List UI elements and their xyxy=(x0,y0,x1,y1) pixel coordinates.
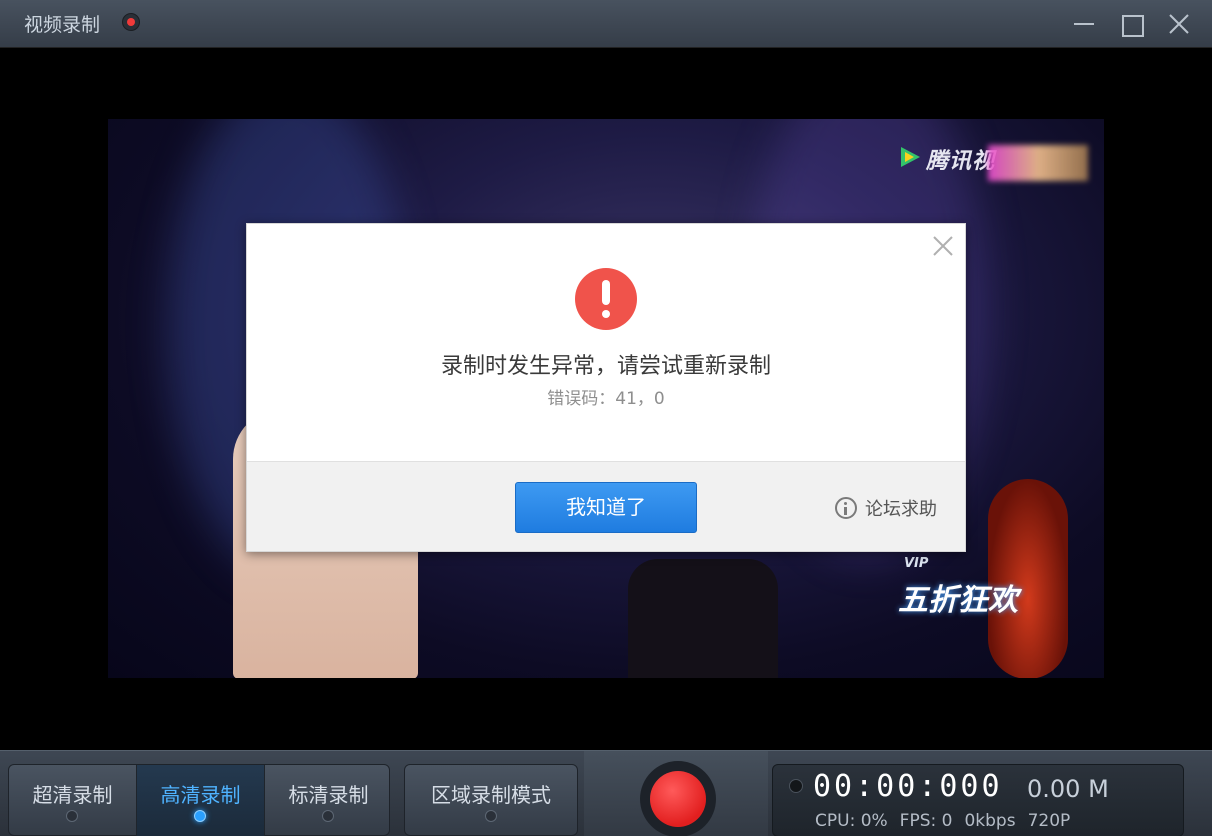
bottom-toolbar: 超清录制 高清录制 标清录制 区域录制模式 00:00:000 0.00 M C… xyxy=(0,750,1212,836)
resolution-value: 720P xyxy=(1027,811,1071,831)
maximize-button[interactable] xyxy=(1113,6,1149,42)
mode-indicator-icon xyxy=(485,810,497,822)
logo-mosaic xyxy=(988,145,1088,181)
mode-label: 标清录制 xyxy=(288,783,369,807)
performance-stats: CPU: 0% FPS: 0 0kbps 720P xyxy=(815,811,1070,831)
acknowledge-button[interactable]: 我知道了 xyxy=(515,482,697,533)
record-button[interactable] xyxy=(650,771,706,827)
forum-help-link[interactable]: 论坛求助 xyxy=(835,496,937,520)
play-logo-icon xyxy=(901,147,920,167)
record-panel xyxy=(584,751,768,836)
recording-indicator-icon xyxy=(122,13,140,31)
ultra-hd-mode-button[interactable]: 超清录制 xyxy=(9,765,136,836)
fps-value: FPS: 0 xyxy=(899,811,953,831)
dialog-footer: 我知道了 论坛求助 xyxy=(247,461,965,551)
quality-mode-group: 超清录制 高清录制 标清录制 xyxy=(8,764,390,836)
sd-mode-button[interactable]: 标清录制 xyxy=(265,765,392,836)
error-code: 错误码：41，0 xyxy=(547,389,665,409)
forum-help-label: 论坛求助 xyxy=(865,499,937,520)
video-preview-area: 腾讯视 VIP 五折狂欢 录制时发生异常，请尝试重新录制 错误码：41，0 我知… xyxy=(0,48,1212,750)
record-button-ring xyxy=(640,761,716,836)
close-icon xyxy=(933,236,953,256)
promo-vip-label: VIP xyxy=(904,556,929,571)
mode-indicator-icon xyxy=(66,810,78,822)
error-message: 录制时发生异常，请尝试重新录制 xyxy=(440,354,771,379)
cpu-usage: CPU: 0% xyxy=(815,811,888,831)
area-mode-label: 区域录制模式 xyxy=(431,783,551,807)
hd-mode-button[interactable]: 高清录制 xyxy=(137,765,264,836)
error-dialog: 录制时发生异常，请尝试重新录制 错误码：41，0 我知道了 论坛求助 xyxy=(246,223,966,552)
title-bar[interactable]: 视频录制 xyxy=(0,0,1212,48)
file-size: 0.00 M xyxy=(1027,775,1109,803)
status-panel: 00:00:000 0.00 M CPU: 0% FPS: 0 0kbps 72… xyxy=(772,764,1184,836)
window-title: 视频录制 xyxy=(24,14,101,36)
error-icon xyxy=(575,268,637,330)
minimize-button[interactable] xyxy=(1066,6,1102,42)
promo-banner-text: 五折狂欢 xyxy=(898,583,1018,618)
mode-indicator-icon xyxy=(194,810,206,822)
bitrate-value: 0kbps xyxy=(964,811,1016,831)
video-recorder-window: 视频录制 腾讯视 VIP 五折狂欢 录制时发生异常，请尝试重新录制 错误码：41… xyxy=(0,0,1212,836)
close-icon xyxy=(1169,14,1189,34)
info-icon xyxy=(835,497,857,519)
channel-logo-text: 腾讯视 xyxy=(926,149,996,174)
area-record-mode-button[interactable]: 区域录制模式 xyxy=(404,764,578,836)
performer-figure xyxy=(628,559,778,678)
mode-label: 高清录制 xyxy=(160,783,241,807)
dialog-close-button[interactable] xyxy=(931,234,955,258)
recording-timer: 00:00:000 xyxy=(813,769,1003,804)
close-window-button[interactable] xyxy=(1161,6,1197,42)
mode-indicator-icon xyxy=(322,810,334,822)
status-led-icon xyxy=(789,779,803,793)
mode-label: 超清录制 xyxy=(32,783,113,807)
